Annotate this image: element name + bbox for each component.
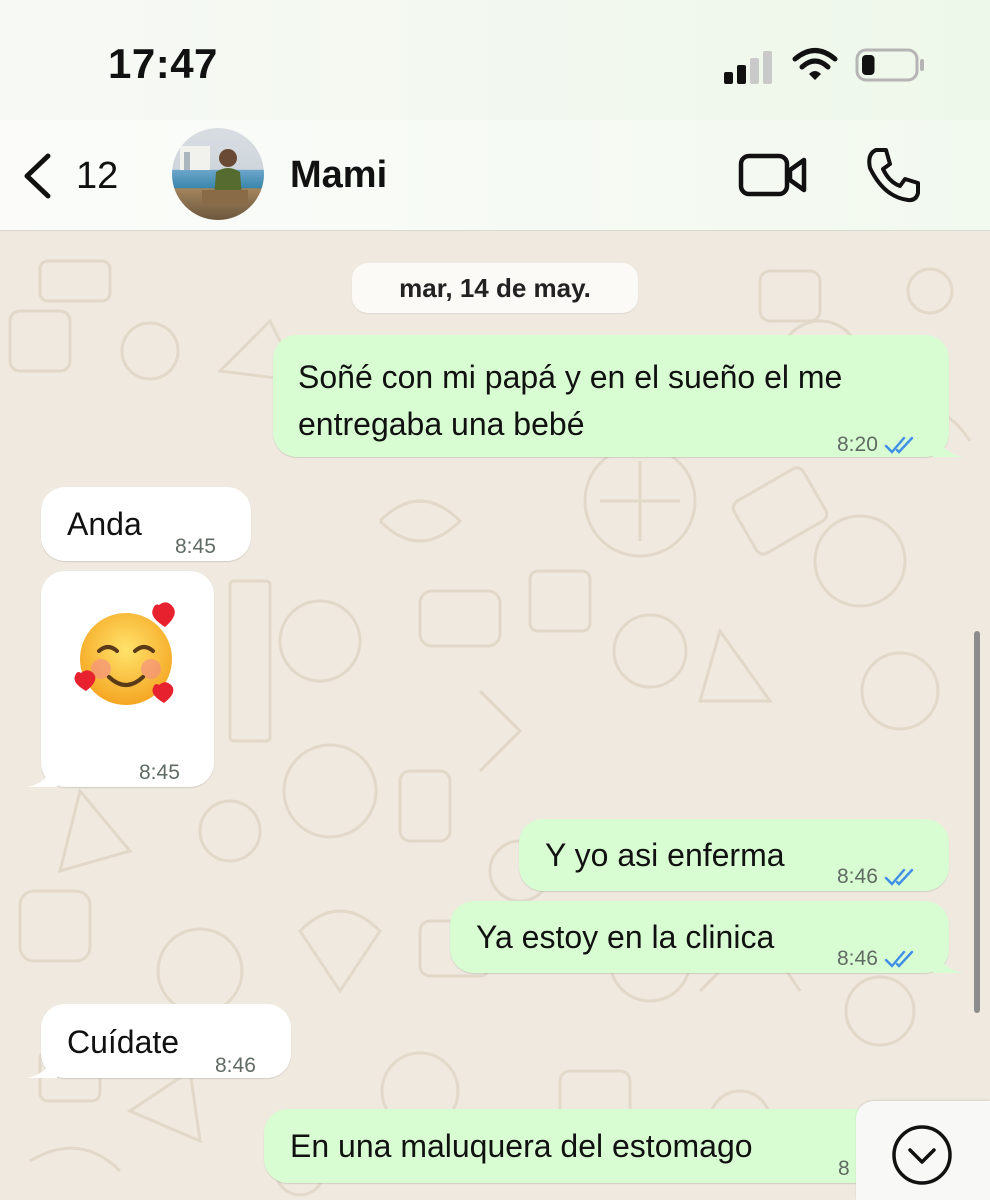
message-text: entregaba una bebé — [298, 406, 585, 442]
chevron-down-circle-icon — [892, 1125, 952, 1185]
chat-area[interactable]: mar, 14 de may. Soñé con mi papá y en el… — [0, 231, 990, 1200]
scroll-to-bottom-button[interactable] — [856, 1101, 990, 1200]
message-outgoing[interactable]: Ya estoy en la clinica 8:46 — [450, 901, 963, 973]
contact-name[interactable]: Mami — [290, 154, 387, 197]
status-bar: 17:47 — [0, 0, 990, 120]
message-time: 8:46 — [837, 947, 878, 970]
message-incoming[interactable]: Anda 8:45 — [41, 487, 251, 561]
bubble-tail — [933, 945, 963, 973]
message-text: Y yo asi enferma — [545, 837, 785, 873]
chat-header: 12 Mami — [0, 120, 990, 231]
message-text: Ya estoy en la clinica — [476, 919, 775, 955]
message-text: Anda — [67, 506, 142, 542]
chevron-left-icon — [24, 153, 51, 199]
battery-icon — [855, 48, 924, 82]
wifi-icon — [792, 48, 838, 80]
date-separator: mar, 14 de may. — [352, 263, 638, 313]
bubble-tail — [933, 429, 963, 457]
scrollbar[interactable] — [974, 631, 980, 1013]
avatar-photo — [180, 146, 248, 204]
cellular-signal-icon — [724, 51, 772, 84]
message-time: 8:46 — [837, 865, 878, 888]
message-incoming[interactable]: Cuídate 8:46 — [27, 1004, 291, 1078]
message-text: Soñé con mi papá y en el sueño el me — [298, 359, 843, 395]
message-time: 8:20 — [837, 433, 878, 456]
video-call-icon[interactable] — [738, 150, 808, 200]
double-check-icon — [884, 436, 914, 454]
smiling-face-with-hearts-icon — [74, 602, 175, 705]
message-time: 8:45 — [175, 535, 216, 558]
back-button[interactable]: 12 — [18, 148, 138, 204]
message-meta: 8:46 — [215, 1042, 256, 1090]
message-time: 8 — [838, 1157, 850, 1180]
message-meta: 8 — [838, 1145, 850, 1193]
avatar[interactable] — [172, 128, 264, 220]
message-text: Cuídate — [67, 1024, 180, 1060]
battery-fill — [862, 55, 875, 75]
message-meta: 8:20 — [837, 421, 918, 469]
message-time: 8:46 — [215, 1054, 256, 1077]
bubble-tail — [27, 759, 57, 787]
phone-icon[interactable] — [864, 146, 922, 204]
status-time: 17:47 — [108, 40, 218, 87]
message-time: 8:45 — [139, 761, 180, 784]
message-meta: 8:46 — [837, 853, 918, 901]
message-incoming-emoji[interactable]: 8:45 — [27, 571, 214, 787]
message-meta: 8:45 — [139, 749, 180, 797]
message-meta: 8:46 — [837, 935, 918, 983]
message-outgoing[interactable]: Y yo asi enferma 8:46 — [519, 819, 949, 891]
double-check-icon — [884, 868, 914, 886]
bubble-tail — [27, 1050, 57, 1078]
message-text: En una maluquera del estomago — [290, 1128, 753, 1164]
double-check-icon — [884, 950, 914, 968]
message-outgoing[interactable]: Soñé con mi papá y en el sueño el me ent… — [273, 335, 963, 457]
unread-count: 12 — [76, 154, 119, 197]
message-meta: 8:45 — [175, 523, 216, 571]
